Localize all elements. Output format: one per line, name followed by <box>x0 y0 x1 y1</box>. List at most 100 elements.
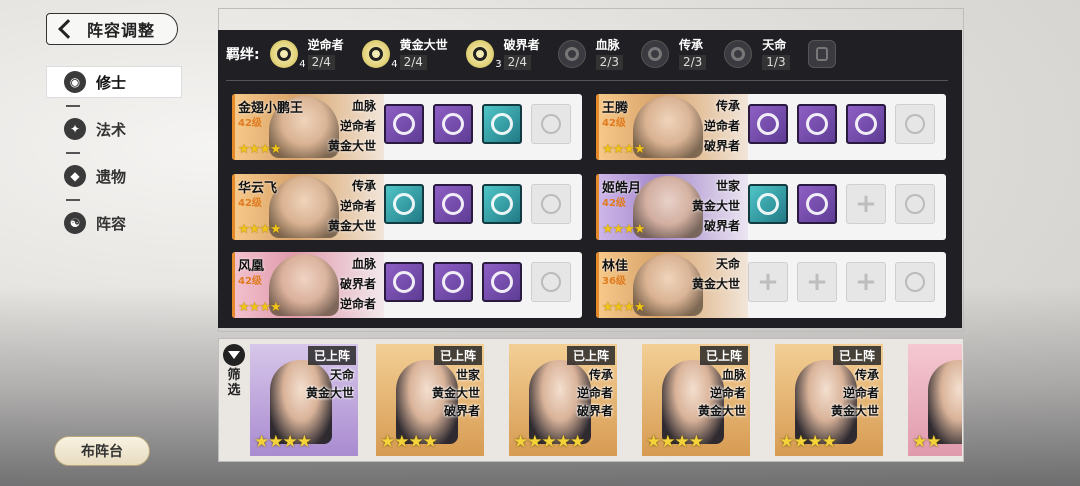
team-card[interactable]: 风凰 42级 ★★★★ 血脉 破界者 逆命者 <box>232 252 582 318</box>
empty-skill-slot[interactable]: + <box>846 262 886 302</box>
skill-slot[interactable] <box>797 104 837 144</box>
hero-level: 36级 <box>602 276 626 287</box>
bond-name: 天命 <box>762 38 787 52</box>
spirit-icon <box>806 193 828 215</box>
nav-item-label: 阵容 <box>96 214 127 233</box>
roster-card[interactable]: 已上阵 天命 黄金大世 ★★★★ <box>250 344 358 456</box>
empty-skill-slot[interactable]: + <box>797 262 837 302</box>
nav-divider <box>66 105 80 107</box>
locked-skill-slot[interactable] <box>895 184 935 224</box>
back-arrow-icon <box>58 19 78 39</box>
claw-icon <box>491 113 513 135</box>
locked-skill-slot[interactable] <box>895 262 935 302</box>
skill-slot[interactable] <box>482 184 522 224</box>
bond-inheritance-icon <box>640 40 669 68</box>
roster-card[interactable]: 已上阵 传承 逆命者 黄金大世 ★★★★ <box>775 344 883 456</box>
roster-card[interactable]: 已上阵 传承 逆命者 破界者 ★★★★★ <box>509 344 617 456</box>
heart-icon <box>393 193 415 215</box>
bond-item[interactable]: 天命 1/3 <box>724 38 790 70</box>
bond-item[interactable]: 血脉 2/3 <box>557 38 623 70</box>
empty-skill-slot[interactable]: + <box>748 262 788 302</box>
nav-item-cultivator[interactable]: ◉ 修士 <box>46 66 182 98</box>
skill-slot[interactable] <box>433 184 473 224</box>
bond-item[interactable]: 4 黄金大世 2/4 <box>361 38 448 70</box>
locked-skill-slot[interactable] <box>531 184 571 224</box>
skill-slots: + <box>748 184 944 224</box>
lock-icon <box>541 114 561 134</box>
nav-item-spell[interactable]: ✦ 法术 <box>46 105 182 145</box>
skill-slot[interactable] <box>433 262 473 302</box>
hero-level: 42级 <box>238 118 262 129</box>
skill-slot[interactable] <box>384 262 424 302</box>
bond-item[interactable]: 传承 2/3 <box>640 38 707 70</box>
skill-slot[interactable] <box>433 104 473 144</box>
empty-skill-slot[interactable]: + <box>846 184 886 224</box>
skill-slots: + + + <box>748 262 944 302</box>
team-card[interactable]: 林佳 36级 ★★★★ 天命 黄金大世 + + + <box>596 252 946 318</box>
plus-icon: + <box>855 189 877 219</box>
hero-level: 42级 <box>602 118 626 129</box>
bond-count: 2/3 <box>678 55 707 70</box>
hero-stars: ★★★★ <box>380 432 438 452</box>
skill-slot[interactable] <box>482 104 522 144</box>
skill-slot[interactable] <box>797 184 837 224</box>
team-card[interactable]: 金翅小鹏王 42级 ★★★★ 血脉 逆命者 黄金大世 <box>232 94 582 160</box>
skill-slot[interactable] <box>482 262 522 302</box>
roster-card[interactable]: ★★ <box>908 344 962 456</box>
bond-golden-era-icon: 4 <box>361 40 398 70</box>
divider <box>226 80 948 81</box>
team-card[interactable]: 姬皓月 42级 ★★★★ 世家 黄金大世 破界者 + <box>596 174 946 240</box>
skill-slot[interactable] <box>384 184 424 224</box>
plus-icon: + <box>757 267 779 297</box>
vortex-icon <box>757 113 779 135</box>
hero-tags: 传承 逆命者 破界者 <box>703 99 740 153</box>
roster-card[interactable]: 已上阵 血脉 逆命者 黄金大世 ★★★★ <box>642 344 750 456</box>
orb-icon <box>442 271 464 293</box>
filter-button[interactable]: 筛选 <box>220 344 248 398</box>
locked-skill-slot[interactable] <box>531 262 571 302</box>
bond-item[interactable]: 4 逆命者 2/4 <box>269 38 344 70</box>
hero-stars: ★★★★ <box>646 432 704 452</box>
hero-tags: 传承 逆命者 黄金大世 <box>830 368 879 418</box>
hero-tags: 血脉 逆命者 黄金大世 <box>697 368 746 418</box>
plus-icon: + <box>855 267 877 297</box>
skill-slot[interactable] <box>748 184 788 224</box>
hero-stars: ★★★★ <box>238 222 282 237</box>
bond-count: 1/3 <box>762 55 790 70</box>
skill-slots <box>748 104 944 144</box>
page-title: 阵容调整 <box>87 21 156 40</box>
locked-skill-slot[interactable] <box>531 104 571 144</box>
skill-slots <box>384 104 580 144</box>
roster-card[interactable]: 已上阵 世家 黄金大世 破界者 ★★★★ <box>376 344 484 456</box>
team-card[interactable]: 王腾 42级 ★★★★ 传承 逆命者 破界者 <box>596 94 946 160</box>
bond-realm-breaker-icon: 3 <box>465 40 502 70</box>
wing-icon <box>393 113 415 135</box>
skill-slot[interactable] <box>384 104 424 144</box>
filter-icon <box>223 344 245 366</box>
locked-skill-slot[interactable] <box>895 104 935 144</box>
nav-item-label: 遗物 <box>96 167 127 186</box>
bond-count: 2/4 <box>399 55 427 70</box>
skill-slot[interactable] <box>846 104 886 144</box>
deployed-badge: 已上阵 <box>832 346 881 365</box>
eye-icon <box>757 193 779 215</box>
hero-level: 42级 <box>602 198 626 209</box>
cube-icon <box>442 193 464 215</box>
armor-icon <box>806 113 828 135</box>
team-card[interactable]: 华云飞 42级 ★★★★ 传承 逆命者 黄金大世 <box>232 174 582 240</box>
hero-tags: 世家 黄金大世 破界者 <box>691 179 740 233</box>
nav-item-lineup[interactable]: ☯ 阵容 <box>46 199 182 239</box>
relic-icon: ◆ <box>64 165 86 187</box>
nav-item-relic[interactable]: ◆ 遗物 <box>46 152 182 192</box>
nav-item-label: 法术 <box>96 120 127 139</box>
deployed-badge: 已上阵 <box>433 346 482 365</box>
plus-icon: + <box>806 267 828 297</box>
bond-more-icon[interactable] <box>807 40 836 68</box>
back-button[interactable]: 阵容调整 <box>46 13 178 45</box>
bond-item[interactable]: 3 破界者 2/4 <box>465 38 540 70</box>
hero-stars: ★★★★ <box>238 300 282 315</box>
skill-slot[interactable] <box>748 104 788 144</box>
deployed-badge: 已上阵 <box>699 346 748 365</box>
nav-divider <box>66 199 80 201</box>
deploy-platform-button[interactable]: 布阵台 <box>54 436 150 466</box>
